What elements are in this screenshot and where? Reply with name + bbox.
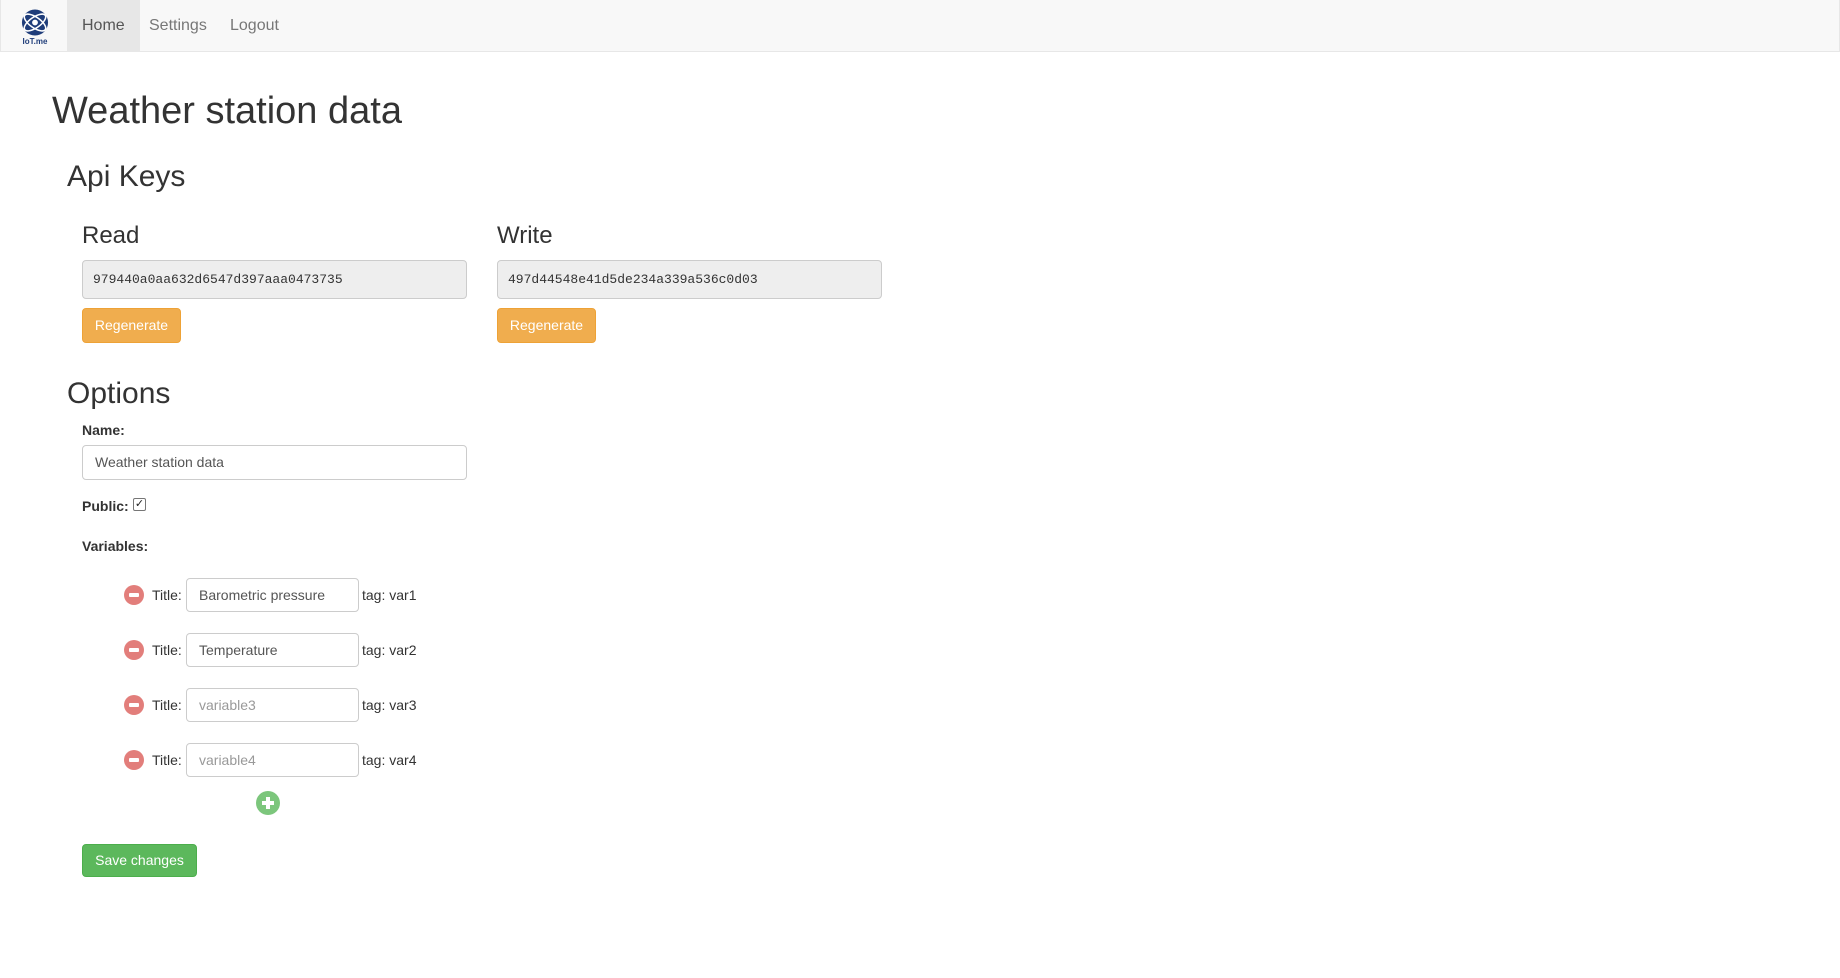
variable-title-input[interactable]: variable3 xyxy=(186,688,359,722)
nav-logout[interactable]: Logout xyxy=(215,0,294,51)
api-keys-heading: Api Keys xyxy=(67,160,186,193)
variable-tag: tag: var4 xyxy=(362,752,417,768)
options-heading: Options xyxy=(67,377,171,410)
variables-label: Variables: xyxy=(82,538,149,554)
variable-tag: tag: var2 xyxy=(362,642,417,658)
regenerate-read-button[interactable]: Regenerate xyxy=(82,308,181,343)
plus-circle-icon[interactable] xyxy=(256,791,280,815)
page-title: Weather station data xyxy=(52,90,402,132)
top-navbar: IoT.me Home Settings Logout xyxy=(0,0,1840,52)
write-key-label: Write xyxy=(497,222,553,249)
write-key-field[interactable]: 497d44548e41d5de234a339a536c0d03 xyxy=(497,260,882,299)
read-key-field[interactable]: 979440a0aa632d6547d397aaa0473735 xyxy=(82,260,467,299)
nav-home[interactable]: Home xyxy=(67,0,140,51)
name-label: Name: xyxy=(82,422,125,438)
public-checkbox[interactable]: ✓ xyxy=(133,498,146,511)
regenerate-write-button[interactable]: Regenerate xyxy=(497,308,596,343)
read-key-label: Read xyxy=(82,222,140,249)
globe-icon xyxy=(21,9,49,36)
variable-title-label: Title: xyxy=(152,642,182,658)
minus-circle-icon[interactable] xyxy=(124,585,144,605)
nav-settings[interactable]: Settings xyxy=(134,0,222,51)
minus-circle-icon[interactable] xyxy=(124,750,144,770)
variable-row: Title: variable3 tag: var3 xyxy=(124,688,424,722)
minus-circle-icon[interactable] xyxy=(124,640,144,660)
variable-title-input[interactable]: Barometric pressure xyxy=(186,578,359,612)
variable-title-input[interactable]: Temperature xyxy=(186,633,359,667)
variable-title-label: Title: xyxy=(152,697,182,713)
minus-circle-icon[interactable] xyxy=(124,695,144,715)
brand-text: IoT.me xyxy=(22,37,48,46)
variable-row: Title: variable4 tag: var4 xyxy=(124,743,424,777)
variable-title-label: Title: xyxy=(152,587,182,603)
variable-tag: tag: var3 xyxy=(362,697,417,713)
brand-logo[interactable]: IoT.me xyxy=(17,8,53,46)
name-input[interactable]: Weather station data xyxy=(82,445,467,480)
save-changes-button[interactable]: Save changes xyxy=(82,844,197,877)
variable-title-input[interactable]: variable4 xyxy=(186,743,359,777)
variable-row: Title: Temperature tag: var2 xyxy=(124,633,424,667)
public-label: Public: xyxy=(82,498,129,514)
variable-tag: tag: var1 xyxy=(362,587,417,603)
variable-row: Title: Barometric pressure tag: var1 xyxy=(124,578,424,612)
variable-title-label: Title: xyxy=(152,752,182,768)
